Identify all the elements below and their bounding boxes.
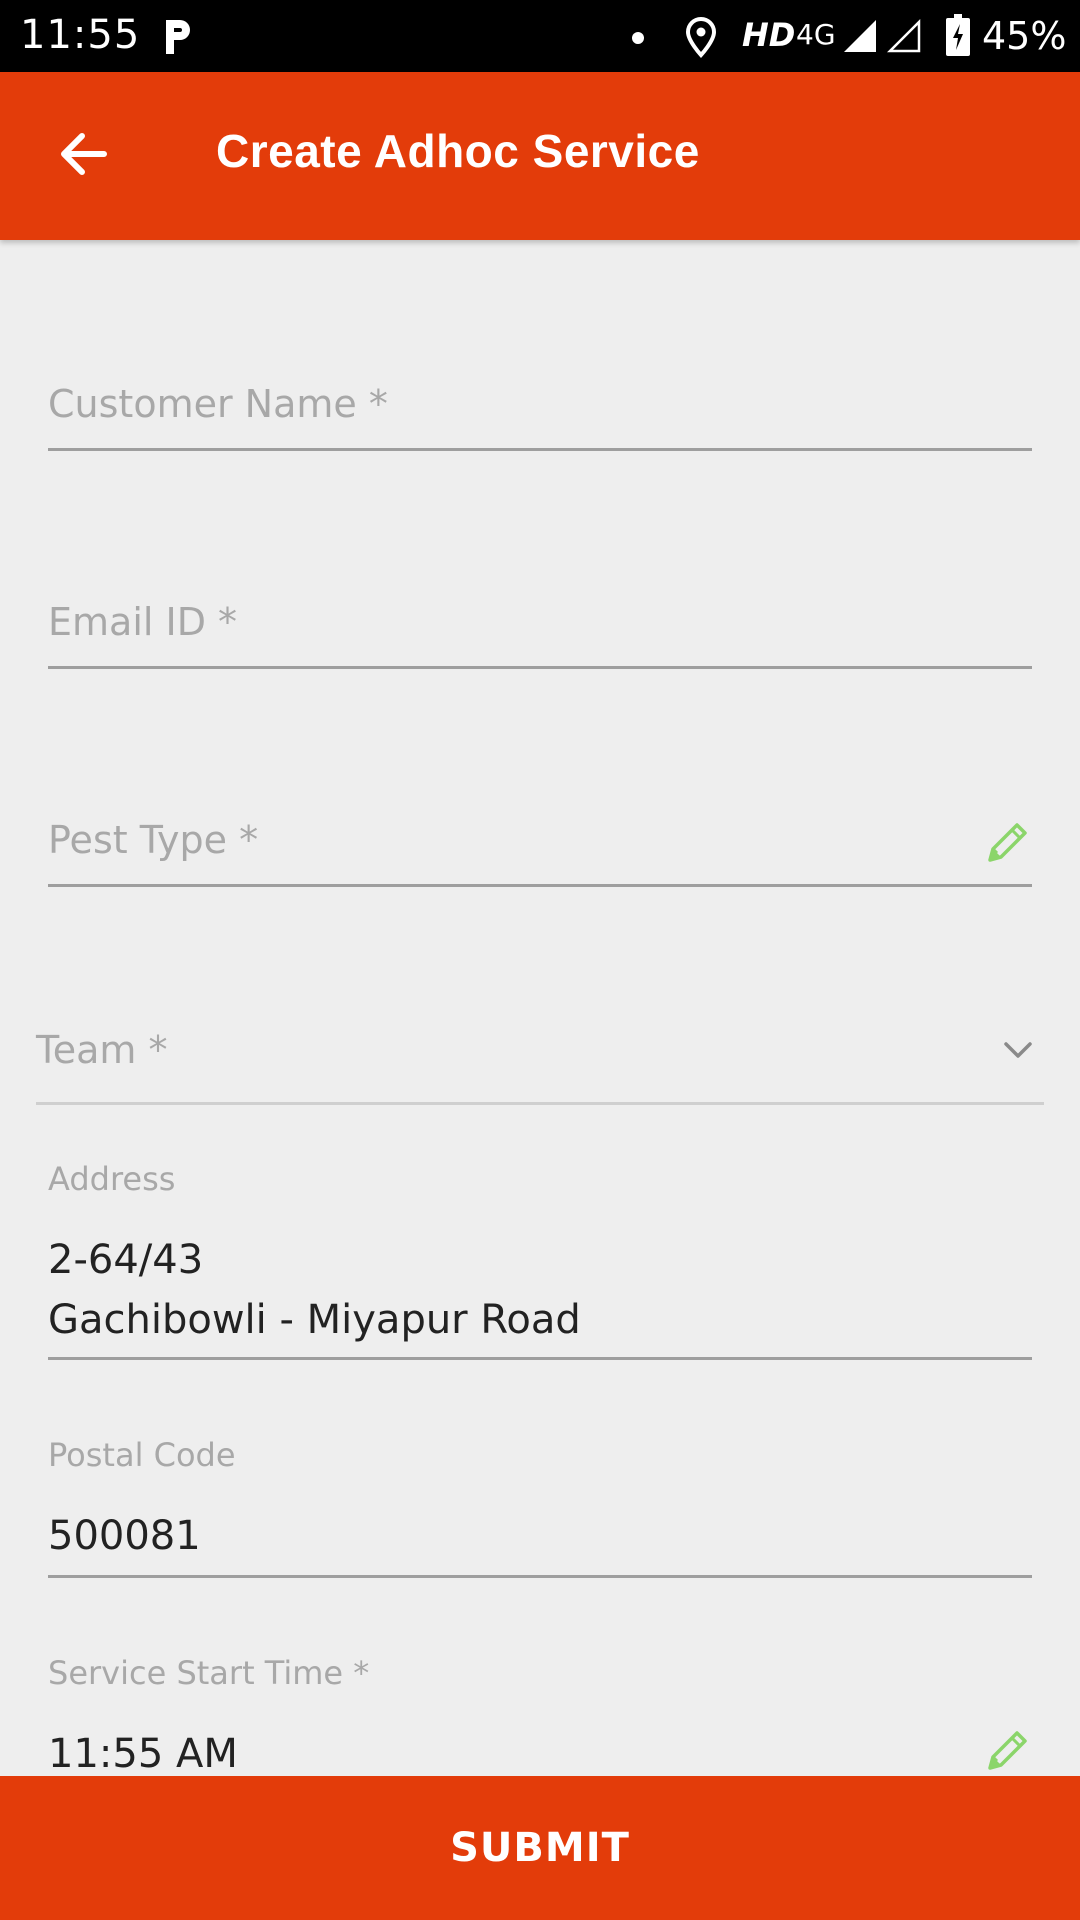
address-field[interactable]: Address 2-64/43 Gachibowli - Miyapur Roa… [48, 1160, 1032, 1362]
status-time: 11:55 [20, 12, 141, 58]
service-start-time-field[interactable]: Service Start Time * 11:55 AM [48, 1654, 1032, 1777]
address-underline [48, 1357, 1032, 1360]
submit-button[interactable]: SUBMIT [0, 1776, 1080, 1920]
pencil-icon[interactable] [982, 818, 1032, 868]
network-type-label: 4G [796, 18, 836, 51]
postal-code-field[interactable]: Postal Code 500081 [48, 1436, 1032, 1580]
battery-charging-icon [946, 14, 970, 56]
postal-code-label: Postal Code [48, 1436, 236, 1474]
chevron-down-icon [1004, 1042, 1032, 1058]
team-underline [36, 1102, 1044, 1105]
network-hd-label: HD [742, 16, 796, 54]
email-underline [48, 666, 1032, 669]
pencil-icon[interactable] [982, 1726, 1032, 1776]
address-line2: Gachibowli - Miyapur Road [48, 1297, 581, 1343]
location-icon [685, 16, 717, 58]
customer-name-placeholder: Customer Name * [48, 382, 388, 426]
address-label: Address [48, 1160, 176, 1198]
pest-type-underline [48, 884, 1032, 887]
customer-name-field[interactable]: Customer Name * [48, 376, 1032, 452]
team-placeholder: Team * [36, 1028, 168, 1072]
pest-type-placeholder: Pest Type * [48, 818, 259, 862]
postal-code-value: 500081 [48, 1513, 201, 1559]
postal-code-underline [48, 1575, 1032, 1578]
pest-type-field[interactable]: Pest Type * [48, 812, 1032, 888]
team-dropdown[interactable]: Team * [36, 1020, 1044, 1106]
status-bar: 11:55 HD 4G 45% [0, 0, 1080, 72]
page-title: Create Adhoc Service [216, 125, 700, 177]
signal-icon [844, 20, 876, 52]
arrow-left-icon[interactable] [56, 126, 112, 182]
service-start-time-label: Service Start Time * [48, 1654, 370, 1692]
address-line1: 2-64/43 [48, 1237, 204, 1283]
service-start-time-value: 11:55 AM [48, 1731, 238, 1777]
email-placeholder: Email ID * [48, 600, 238, 644]
customer-name-underline [48, 448, 1032, 451]
battery-percentage: 45% [982, 14, 1067, 58]
app-bar: Create Adhoc Service [0, 72, 1080, 240]
dot-icon [632, 32, 644, 44]
email-field[interactable]: Email ID * [48, 594, 1032, 670]
signal-empty-icon [886, 18, 921, 53]
p-icon [166, 20, 190, 54]
